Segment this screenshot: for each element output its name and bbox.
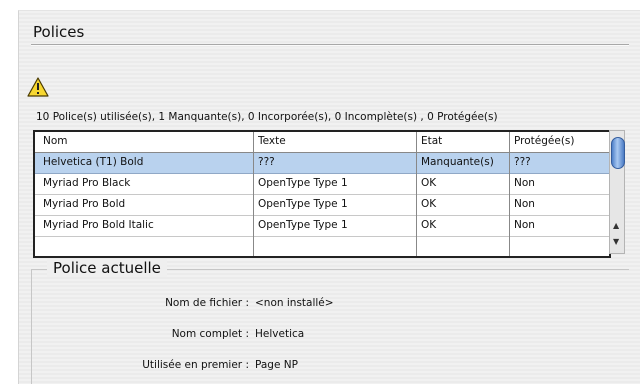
arrow-up-icon[interactable]: ▲ — [613, 221, 619, 230]
cell-name: Myriad Pro Bold — [43, 198, 126, 210]
column-divider — [253, 132, 254, 256]
cell-state: OK — [421, 219, 437, 231]
arrow-down-icon[interactable]: ▼ — [613, 237, 619, 246]
table-header: Nom Texte Etat Protégée(s) — [35, 132, 609, 153]
cell-protected: ??? — [514, 156, 531, 168]
table-scrollbar[interactable]: ▲ ▼ — [609, 130, 625, 254]
first-used-label: Utilisée en premier : — [142, 359, 249, 371]
full-name-label: Nom complet : — [171, 328, 249, 340]
header-text[interactable]: Texte — [258, 135, 406, 147]
header-name[interactable]: Nom — [43, 135, 251, 147]
section-title: Polices — [33, 23, 85, 41]
current-font-title: Police actuelle — [47, 259, 167, 277]
cell-name: Myriad Pro Bold Italic — [43, 219, 154, 231]
header-state[interactable]: Etat — [421, 135, 521, 147]
cell-protected: Non — [514, 177, 535, 189]
cell-name: Myriad Pro Black — [43, 177, 131, 189]
warning-triangle-icon — [27, 77, 49, 97]
table-row[interactable]: Myriad Pro Bold Italic OpenType Type 1 O… — [35, 216, 609, 237]
full-name-value: Helvetica — [255, 328, 305, 340]
column-divider — [416, 132, 417, 256]
cell-state: OK — [421, 198, 437, 210]
fonts-table: Nom Texte Etat Protégée(s) Helvetica (T1… — [33, 130, 611, 258]
cell-text: ??? — [258, 156, 275, 168]
column-divider — [509, 132, 510, 256]
cell-state: Manquante(s) — [421, 156, 494, 168]
title-divider — [31, 44, 629, 46]
cell-name: Helvetica (T1) Bold — [43, 156, 144, 168]
fonts-summary: 10 Police(s) utilisée(s), 1 Manquante(s)… — [36, 111, 498, 123]
fonts-panel: Polices 10 Police(s) utilisée(s), 1 Manq… — [18, 10, 640, 384]
file-name-label: Nom de fichier : — [165, 297, 249, 309]
cell-text: OpenType Type 1 — [258, 177, 348, 189]
header-protected[interactable]: Protégée(s) — [514, 135, 604, 147]
table-row[interactable]: Myriad Pro Bold OpenType Type 1 OK Non — [35, 195, 609, 216]
file-name-value: <non installé> — [255, 297, 334, 309]
cell-state: OK — [421, 177, 437, 189]
cell-text: OpenType Type 1 — [258, 198, 348, 210]
first-used-value: Page NP — [255, 359, 298, 371]
cell-text: OpenType Type 1 — [258, 219, 348, 231]
table-row[interactable]: Helvetica (T1) Bold ??? Manquante(s) ??? — [35, 153, 609, 174]
table-row[interactable]: Myriad Pro Black OpenType Type 1 OK Non — [35, 174, 609, 195]
scrollbar-thumb[interactable] — [611, 137, 625, 169]
cell-protected: Non — [514, 219, 535, 231]
cell-protected: Non — [514, 198, 535, 210]
